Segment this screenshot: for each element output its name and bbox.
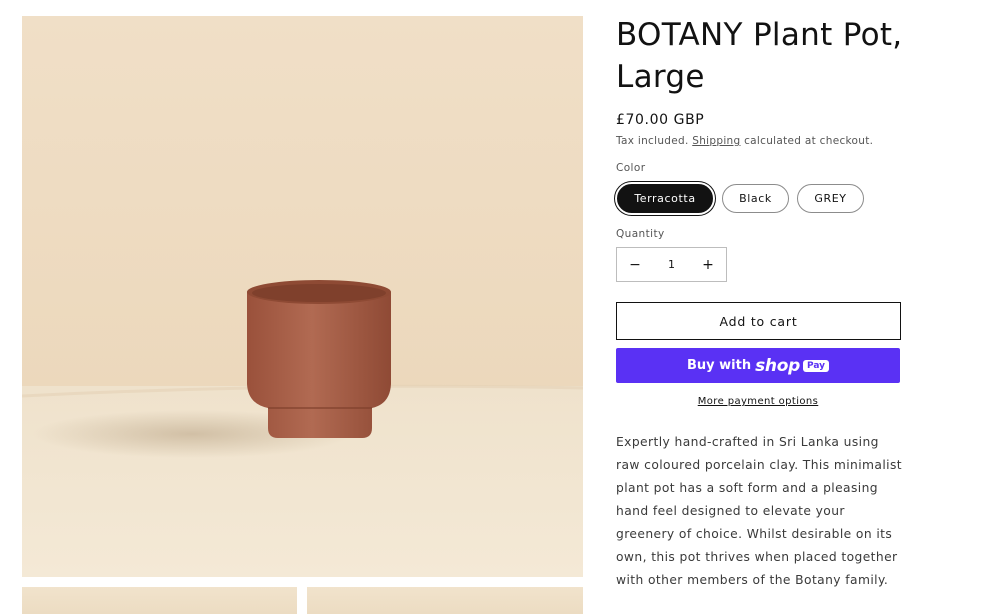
color-label: Color xyxy=(616,162,646,174)
shop-logo: shop xyxy=(755,355,800,376)
product-thumbnail-2[interactable] xyxy=(307,587,583,614)
color-option-terracotta[interactable]: Terracotta xyxy=(617,184,713,213)
product-title: BOTANY Plant Pot, Large xyxy=(616,17,903,95)
product-thumbnail-1[interactable] xyxy=(22,587,297,614)
tax-suffix: calculated at checkout. xyxy=(744,135,874,147)
product-main-image[interactable] xyxy=(22,16,583,577)
product-price: £70.00 GBP xyxy=(616,112,705,128)
pay-badge: Pay xyxy=(802,359,829,372)
more-payment-options-link[interactable]: More payment options xyxy=(616,396,900,407)
shipping-link[interactable]: Shipping xyxy=(692,135,740,147)
quantity-decrease-button[interactable]: − xyxy=(617,248,653,281)
terracotta-pot-image xyxy=(22,16,583,577)
tax-note: Tax included. Shipping calculated at che… xyxy=(616,135,873,147)
quantity-label: Quantity xyxy=(616,228,665,240)
color-option-black[interactable]: Black xyxy=(722,184,789,213)
quantity-input[interactable]: 1 xyxy=(654,258,690,271)
buy-with-label: Buy with xyxy=(686,358,752,373)
quantity-stepper: − 1 + xyxy=(616,247,727,282)
buy-with-shop-pay-button[interactable]: Buy with shop Pay xyxy=(616,348,900,383)
product-description: Expertly hand-crafted in Sri Lanka using… xyxy=(616,435,903,587)
add-to-cart-button[interactable]: Add to cart xyxy=(616,302,901,340)
quantity-increase-button[interactable]: + xyxy=(690,248,726,281)
tax-prefix: Tax included. xyxy=(616,135,689,147)
color-option-grey[interactable]: GREY xyxy=(797,184,864,213)
